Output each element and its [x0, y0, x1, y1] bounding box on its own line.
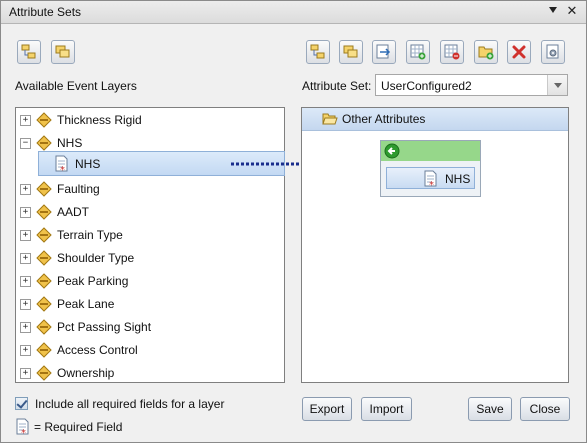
tree-item-label: Faulting: [57, 182, 100, 196]
delete-icon: [512, 45, 526, 59]
copy-set-icon: [343, 45, 358, 58]
available-layers-label: Available Event Layers: [15, 79, 137, 93]
tree-item-shoulder-type[interactable]: + Shoulder Type: [16, 248, 284, 269]
tree-item-peak-parking[interactable]: + Peak Parking: [16, 271, 284, 292]
copy-set-button[interactable]: [339, 40, 363, 64]
tree-item-label: Pct Passing Sight: [57, 320, 152, 334]
expand-icon[interactable]: +: [20, 184, 31, 195]
sort-set-button[interactable]: [306, 40, 330, 64]
layer-icon: [36, 273, 52, 289]
expand-icon[interactable]: +: [20, 276, 31, 287]
layer-icon: [36, 319, 52, 335]
layer-icon: [36, 135, 52, 151]
include-required-checkbox[interactable]: [15, 397, 28, 410]
collapse-icon[interactable]: −: [20, 138, 31, 149]
sort-layers-button[interactable]: [17, 40, 41, 64]
export-set-icon: [376, 44, 391, 59]
layer-icon: [36, 112, 52, 128]
tree-item-pct-passing-sight[interactable]: + Pct Passing Sight: [16, 317, 284, 338]
close-icon[interactable]: ✕: [564, 3, 580, 19]
save-button[interactable]: Save: [468, 397, 512, 421]
dropped-field-nhs[interactable]: * NHS: [386, 167, 475, 189]
tree-item-aadt[interactable]: + AADT: [16, 202, 284, 223]
expand-icon[interactable]: +: [20, 115, 31, 126]
layer-icon: [36, 204, 52, 220]
export-set-button[interactable]: [372, 40, 396, 64]
tree-item-label: Terrain Type: [57, 228, 123, 242]
copy-layers-button[interactable]: [51, 40, 75, 64]
layer-icon: [36, 342, 52, 358]
expand-icon[interactable]: +: [20, 230, 31, 241]
collapse-arrow-icon[interactable]: [549, 7, 557, 13]
tree-item-ownership[interactable]: + Ownership: [16, 363, 284, 382]
remove-table-button[interactable]: [440, 40, 464, 64]
back-arrow-icon[interactable]: [384, 143, 400, 159]
required-field-icon: *: [16, 418, 29, 436]
include-required-label: Include all required fields for a layer: [35, 397, 225, 411]
window-title: Attribute Sets: [9, 5, 82, 19]
tree-item-label: Peak Lane: [57, 297, 115, 311]
attribute-set-select[interactable]: UserConfigured2: [375, 74, 568, 96]
tree-item-label: AADT: [57, 205, 90, 219]
layer-icon: [36, 227, 52, 243]
tree-item-label: Peak Parking: [57, 274, 129, 288]
required-field-icon: *: [55, 155, 68, 173]
event-layers-tree[interactable]: + Thickness Rigid − NHS + Faulting + AAD…: [15, 107, 285, 383]
field-label: NHS: [445, 172, 471, 186]
tree-item-label: Thickness Rigid: [57, 113, 142, 127]
add-table-icon: [410, 44, 426, 60]
svg-text:*: *: [429, 180, 434, 188]
expand-icon[interactable]: +: [20, 368, 31, 379]
layer-icon: [36, 181, 52, 197]
drop-group-header: [381, 141, 480, 161]
tree-item-label: Ownership: [57, 366, 115, 380]
svg-text:*: *: [21, 428, 26, 436]
new-folder-icon: [478, 46, 494, 60]
expand-icon[interactable]: +: [20, 299, 31, 310]
svg-text:*: *: [60, 165, 65, 173]
sort-layers-icon: [21, 44, 36, 59]
tree-item-label: Shoulder Type: [57, 251, 135, 265]
delete-button[interactable]: [507, 40, 531, 64]
tree-item-faulting[interactable]: + Faulting: [16, 179, 284, 200]
required-legend-label: = Required Field: [34, 420, 123, 434]
layer-icon: [36, 365, 52, 381]
tree-item-peak-lane[interactable]: + Peak Lane: [16, 294, 284, 315]
required-field-icon: *: [424, 170, 437, 188]
other-attributes-folder[interactable]: Other Attributes: [302, 108, 568, 131]
dropdown-arrow-icon[interactable]: [547, 75, 567, 95]
copy-layers-icon: [55, 45, 70, 58]
expand-icon[interactable]: +: [20, 345, 31, 356]
properties-button[interactable]: [541, 40, 565, 64]
properties-icon: [546, 44, 559, 59]
tree-item-label: NHS: [57, 136, 83, 150]
layer-icon: [36, 296, 52, 312]
tree-item-label: Access Control: [57, 343, 138, 357]
folder-open-icon: [322, 113, 338, 125]
tree-item-thickness-rigid[interactable]: + Thickness Rigid: [16, 110, 284, 131]
sort-set-icon: [310, 44, 325, 59]
add-table-button[interactable]: [406, 40, 430, 64]
export-button[interactable]: Export: [302, 397, 352, 421]
remove-table-icon: [444, 44, 460, 60]
close-button[interactable]: Close: [520, 397, 570, 421]
tree-item-access-control[interactable]: + Access Control: [16, 340, 284, 361]
new-folder-button[interactable]: [474, 40, 498, 64]
attribute-set-label: Attribute Set:: [302, 79, 372, 93]
import-button[interactable]: Import: [361, 397, 412, 421]
expand-icon[interactable]: +: [20, 253, 31, 264]
drop-target-group[interactable]: * NHS: [380, 140, 481, 197]
expand-icon[interactable]: +: [20, 322, 31, 333]
layer-icon: [36, 250, 52, 266]
folder-label: Other Attributes: [342, 112, 426, 126]
tree-item-terrain-type[interactable]: + Terrain Type: [16, 225, 284, 246]
title-bar: Attribute Sets ✕: [1, 1, 586, 24]
field-label: NHS: [75, 157, 101, 171]
attribute-set-value: UserConfigured2: [381, 79, 472, 93]
expand-icon[interactable]: +: [20, 207, 31, 218]
